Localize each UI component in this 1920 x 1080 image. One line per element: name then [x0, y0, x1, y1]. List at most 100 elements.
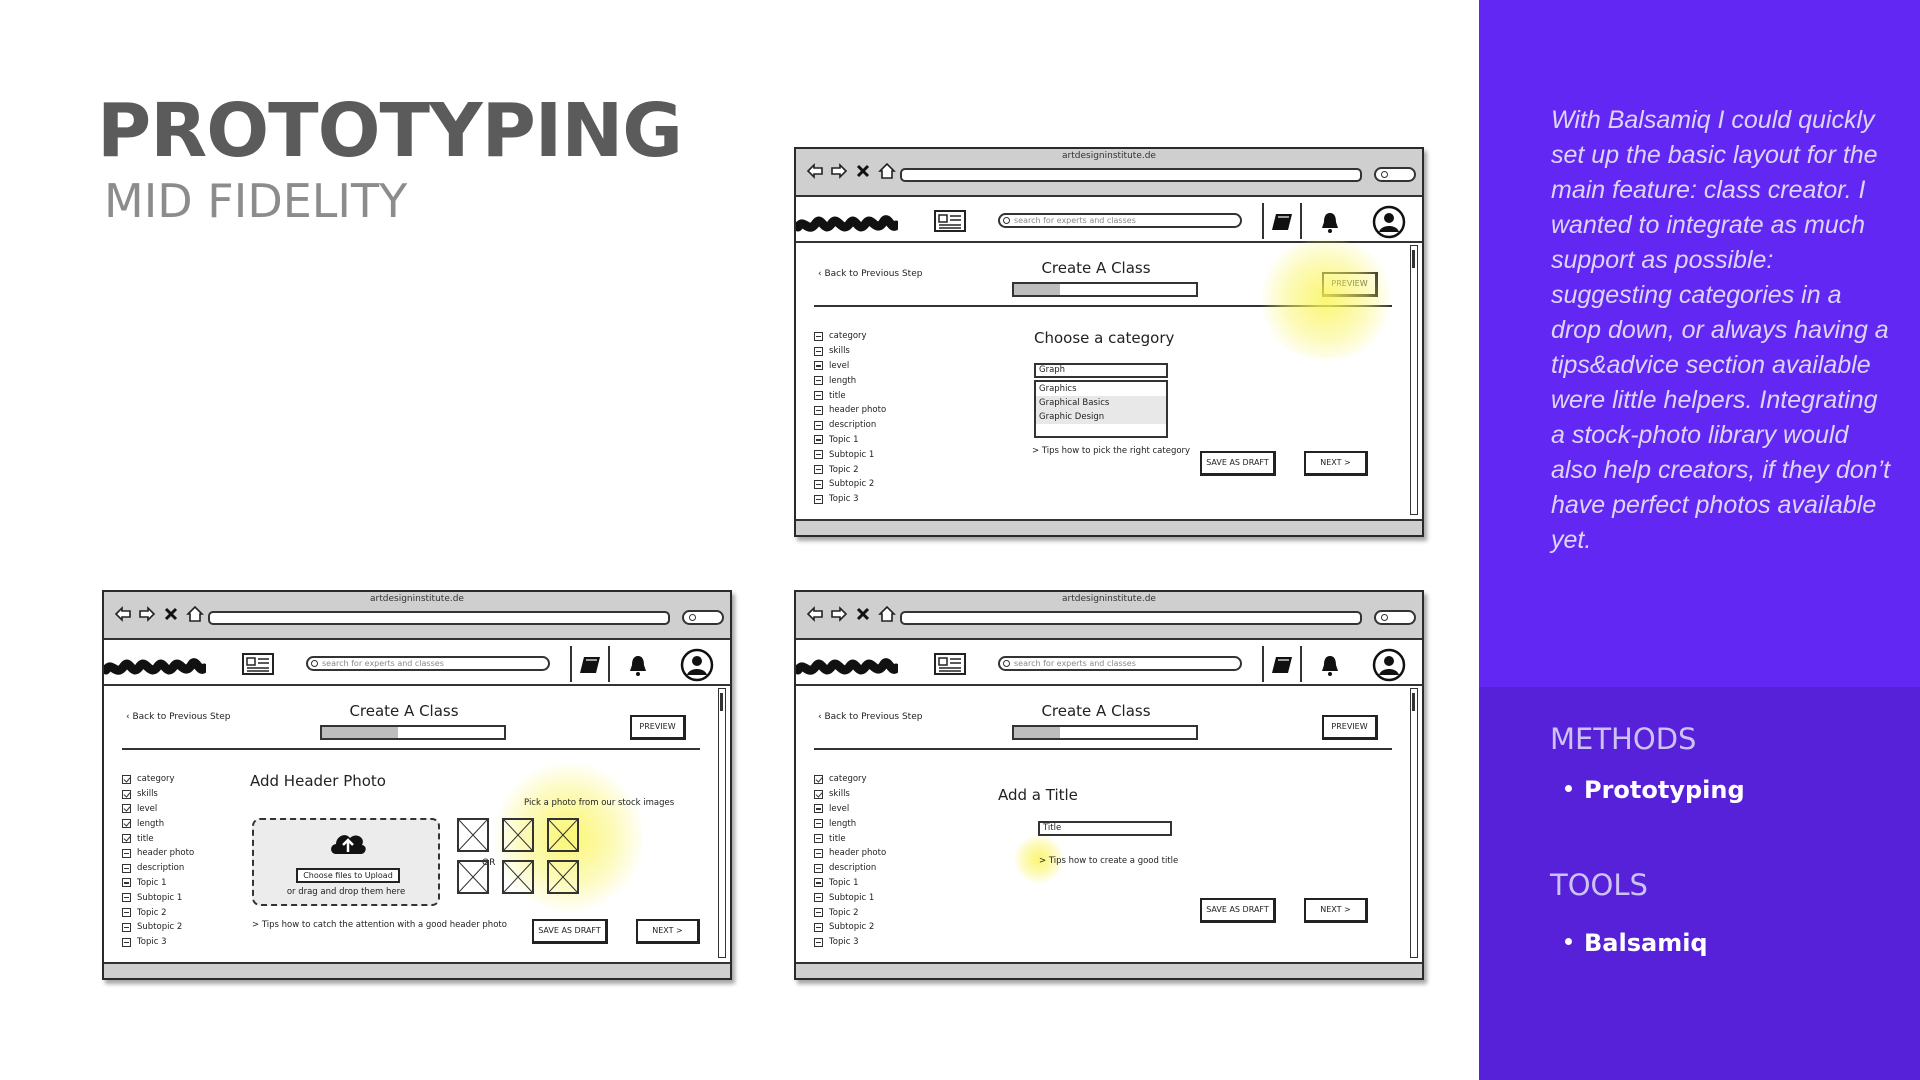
step-item[interactable]: Topic 2	[814, 462, 886, 477]
scrollbar[interactable]	[1410, 245, 1418, 515]
book-icon[interactable]	[1270, 655, 1294, 675]
forward-arrow-icon[interactable]	[830, 162, 848, 180]
choose-files-button[interactable]: Choose files to Upload	[296, 868, 400, 883]
home-icon[interactable]	[186, 605, 204, 623]
checkbox-icon[interactable]	[814, 878, 823, 888]
browser-search[interactable]	[682, 610, 724, 625]
checkbox-checked-icon[interactable]	[122, 834, 131, 844]
category-input[interactable]: Graph	[1034, 363, 1168, 378]
title-input[interactable]: Title	[1038, 821, 1172, 836]
dropdown-option[interactable]: Graphics	[1036, 382, 1166, 396]
checkbox-checked-icon[interactable]	[122, 819, 131, 829]
step-item[interactable]: Topic 1	[814, 876, 886, 891]
expert-search-input[interactable]: search for experts and classes	[306, 656, 550, 671]
step-item[interactable]: length	[122, 816, 194, 831]
checkbox-icon[interactable]	[814, 331, 823, 341]
checkbox-icon[interactable]	[122, 848, 131, 858]
avatar-icon[interactable]	[680, 648, 714, 682]
step-item[interactable]: Topic 1	[814, 433, 886, 448]
checkbox-icon[interactable]	[814, 479, 823, 489]
step-item[interactable]: Subtopic 2	[814, 920, 886, 935]
checkbox-icon[interactable]	[814, 834, 823, 844]
tips-link[interactable]: > Tips how to pick the right category	[1032, 446, 1190, 456]
forward-arrow-icon[interactable]	[830, 605, 848, 623]
checkbox-icon[interactable]	[814, 376, 823, 386]
checkbox-checked-icon[interactable]	[814, 774, 823, 784]
scrollbar[interactable]	[1410, 688, 1418, 958]
step-item[interactable]: Subtopic 1	[814, 890, 886, 905]
checkbox-icon[interactable]	[814, 450, 823, 460]
checkbox-icon[interactable]	[122, 937, 131, 947]
step-item[interactable]: category	[814, 329, 886, 344]
step-item[interactable]: header photo	[122, 846, 194, 861]
checkbox-checked-icon[interactable]	[122, 774, 131, 784]
step-item[interactable]: title	[122, 831, 194, 846]
step-item[interactable]: Subtopic 2	[122, 920, 194, 935]
save-draft-button[interactable]: SAVE AS DRAFT	[532, 919, 608, 944]
step-item[interactable]: title	[814, 831, 886, 846]
step-item[interactable]: category	[814, 772, 886, 787]
step-item[interactable]: level	[814, 359, 886, 374]
save-draft-button[interactable]: SAVE AS DRAFT	[1200, 451, 1276, 476]
step-item[interactable]: description	[814, 418, 886, 433]
checkbox-icon[interactable]	[814, 405, 823, 415]
stock-image-placeholder[interactable]	[502, 860, 534, 894]
checkbox-icon[interactable]	[814, 908, 823, 918]
checkbox-icon[interactable]	[122, 922, 131, 932]
step-item[interactable]: Subtopic 1	[122, 890, 194, 905]
browser-search[interactable]	[1374, 610, 1416, 625]
checkbox-checked-icon[interactable]	[814, 789, 823, 799]
address-bar[interactable]	[208, 611, 670, 625]
step-item[interactable]: Topic 3	[122, 935, 194, 950]
avatar-icon[interactable]	[1372, 205, 1406, 239]
browser-search[interactable]	[1374, 167, 1416, 182]
bell-icon[interactable]	[1318, 653, 1342, 677]
checkbox-icon[interactable]	[814, 863, 823, 873]
step-item[interactable]: skills	[814, 344, 886, 359]
stock-image-placeholder[interactable]	[547, 818, 579, 852]
back-arrow-icon[interactable]	[806, 162, 824, 180]
stock-image-placeholder[interactable]	[547, 860, 579, 894]
step-item[interactable]: header photo	[814, 846, 886, 861]
forward-arrow-icon[interactable]	[138, 605, 156, 623]
preview-button[interactable]: PREVIEW	[630, 715, 686, 740]
step-item[interactable]: description	[122, 861, 194, 876]
dropdown-option[interactable]: Graphical Basics	[1036, 396, 1166, 410]
checkbox-icon[interactable]	[814, 465, 823, 475]
checkbox-icon[interactable]	[814, 893, 823, 903]
checkbox-icon[interactable]	[814, 848, 823, 858]
expert-search-input[interactable]: search for experts and classes	[998, 656, 1242, 671]
checkbox-icon[interactable]	[814, 494, 823, 504]
step-item[interactable]: description	[814, 861, 886, 876]
back-arrow-icon[interactable]	[114, 605, 132, 623]
list-icon[interactable]	[934, 653, 966, 675]
bell-icon[interactable]	[626, 653, 650, 677]
close-icon[interactable]	[854, 162, 872, 180]
step-item[interactable]: Subtopic 2	[814, 477, 886, 492]
checkbox-icon[interactable]	[814, 922, 823, 932]
home-icon[interactable]	[878, 605, 896, 623]
checkbox-icon[interactable]	[122, 863, 131, 873]
step-item[interactable]: length	[814, 373, 886, 388]
step-item[interactable]: category	[122, 772, 194, 787]
back-arrow-icon[interactable]	[806, 605, 824, 623]
stock-image-placeholder[interactable]	[457, 818, 489, 852]
expert-search-input[interactable]: search for experts and classes	[998, 213, 1242, 228]
step-item[interactable]: title	[814, 388, 886, 403]
step-item[interactable]: level	[814, 802, 886, 817]
tips-link[interactable]: > Tips how to create a good title	[1039, 856, 1178, 866]
step-item[interactable]: level	[122, 802, 194, 817]
avatar-icon[interactable]	[1372, 648, 1406, 682]
dropdown-option[interactable]: Graphic Design	[1036, 410, 1166, 424]
next-button[interactable]: NEXT >	[1304, 898, 1368, 923]
checkbox-icon[interactable]	[122, 878, 131, 888]
checkbox-icon[interactable]	[814, 435, 823, 445]
step-item[interactable]: skills	[122, 787, 194, 802]
step-item[interactable]: Topic 2	[814, 905, 886, 920]
step-item[interactable]: Topic 1	[122, 876, 194, 891]
checkbox-icon[interactable]	[122, 893, 131, 903]
book-icon[interactable]	[1270, 212, 1294, 232]
close-icon[interactable]	[162, 605, 180, 623]
step-item[interactable]: skills	[814, 787, 886, 802]
step-item[interactable]: Topic 3	[814, 492, 886, 507]
